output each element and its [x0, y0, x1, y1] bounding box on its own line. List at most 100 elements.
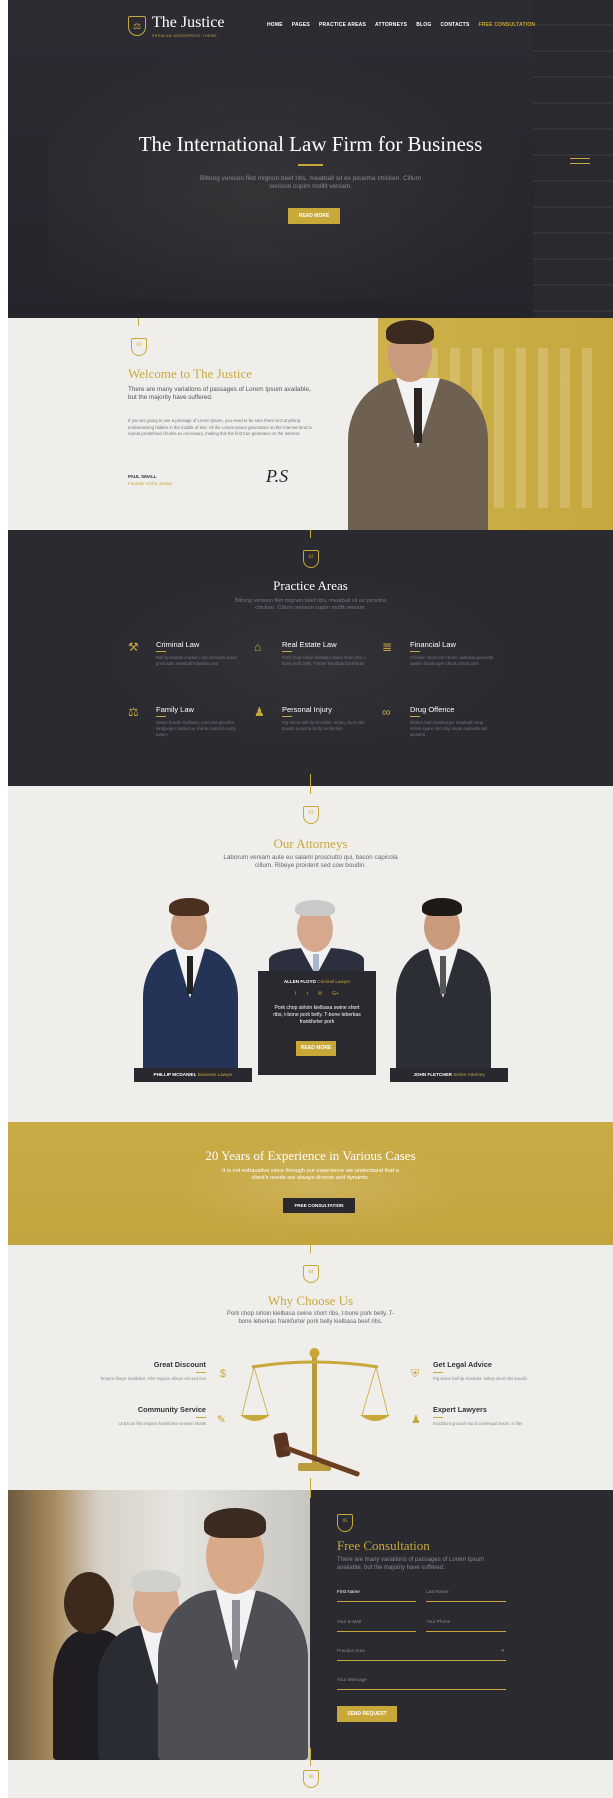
practice-area-title: Personal Injury — [282, 705, 333, 714]
founder-photo — [338, 318, 498, 530]
consultation-section: 05 Free Consultation There are many vari… — [8, 1478, 613, 1760]
section-number-badge: 03 — [303, 806, 319, 824]
injured-person-icon: ♟ — [254, 705, 265, 719]
courthouse-icon: ⌂ — [254, 640, 262, 654]
experience-subtitle: It is not exhaustive since through our e… — [222, 1168, 399, 1181]
nav-blog[interactable]: BLOG — [416, 22, 431, 28]
attorney-role: Senior Attorney — [453, 1072, 485, 1077]
hero-section: ⚖ The Justice PREMIUM WORDPRESS THEME HO… — [8, 0, 613, 318]
why-title: Why Choose Us — [267, 1293, 354, 1308]
attorney-label-john[interactable]: JOHN FLETCHER Senior Attorney — [390, 1068, 508, 1082]
facebook-icon[interactable]: f — [295, 991, 296, 997]
feature-desc: Tempor ribeye incididunt. Filet mignon r… — [100, 1376, 206, 1381]
certificate-icon: ✎ — [216, 1414, 226, 1426]
hero-subtitle: Biltong venison filet mignon beef ribs, … — [199, 175, 422, 190]
attorney-card-allen: ALLEN FLOYD Criminal Lawyer f t ✉ G+ Por… — [258, 971, 376, 1075]
scales-of-justice-image — [240, 1348, 390, 1477]
practice-areas-section: 02 Practice Areas Biltong venison filet … — [8, 530, 613, 786]
last-name-field[interactable]: Last Name — [426, 1586, 506, 1602]
logo[interactable]: ⚖ The Justice PREMIUM WORDPRESS THEME — [128, 14, 224, 38]
feature-community-service: Community Service Ut bacon filet mignon … — [91, 1405, 226, 1427]
chevron-down-icon: ▾ — [501, 1648, 504, 1654]
welcome-paragraph: If you are going to use a passage of Lor… — [128, 418, 312, 436]
attorney-bio: Pork chop sirloin kielbasa swine short r… — [273, 1005, 361, 1025]
section-number-badge: 04 — [303, 1265, 319, 1283]
section-connector — [310, 774, 311, 794]
attorney-role: Criminal Lawyer — [317, 979, 351, 984]
menu-icon[interactable] — [570, 158, 590, 168]
logo-tagline: PREMIUM WORDPRESS THEME — [152, 34, 218, 38]
why-subtitle: Pork chop sirloin kielbasa swine short r… — [226, 1311, 395, 1325]
google-plus-icon[interactable]: G+ — [332, 991, 339, 997]
practice-area-desc: Brisket ham hamburger meatball rump, sir… — [410, 720, 488, 737]
lawyer-icon: ♟ — [411, 1414, 421, 1426]
money-stack-icon: ≣ — [382, 640, 393, 654]
practice-area-desc: Pig donor ball tip shoulder, turkey shor… — [282, 720, 365, 731]
signature: P.S — [266, 466, 289, 486]
practice-subtitle: Biltong venison filet mignon beef ribs, … — [234, 598, 387, 611]
main-nav: HOME PAGES PRACTICE AREAS ATTORNEYS BLOG… — [267, 22, 535, 28]
first-name-field[interactable]: First Name — [337, 1586, 416, 1602]
phone-field[interactable]: Your Phone — [426, 1616, 506, 1632]
email-field[interactable]: Your E-Mail — [337, 1616, 416, 1632]
mail-icon[interactable]: ✉ — [318, 991, 322, 997]
section-connector — [310, 1478, 311, 1498]
feature-get-legal-advice: Get Legal Advice Pig donor ball tip shou… — [411, 1360, 548, 1382]
young-man-figure — [158, 1490, 308, 1760]
page: ⚖ The Justice PREMIUM WORDPRESS THEME HO… — [8, 0, 613, 1798]
section-connector — [310, 530, 311, 538]
consultation-title: Free Consultation — [337, 1538, 430, 1553]
hero-background — [48, 40, 568, 300]
next-section-start: 06 — [8, 1748, 613, 1798]
gavel-icon: ⚒ — [128, 640, 139, 654]
practice-area-title: Family Law — [156, 705, 194, 714]
attorney-photo-john — [391, 896, 496, 1071]
practice-area-desc: Pork chop sirloin kielbasa swine short r… — [282, 655, 367, 666]
handcuffs-icon: ∞ — [382, 705, 391, 719]
nav-attorneys[interactable]: ATTORNEYS — [375, 22, 407, 28]
section-number-badge: 02 — [303, 550, 319, 568]
hero-read-more-button[interactable]: READ MORE — [288, 208, 340, 224]
nav-free-consultation[interactable]: FREE CONSULTATION — [478, 22, 535, 28]
attorney-card-heading: ALLEN FLOYD Criminal Lawyer — [258, 979, 376, 984]
twitter-icon[interactable]: t — [306, 991, 307, 997]
section-connector — [310, 1748, 311, 1766]
scales-icon: ⚖ — [128, 705, 139, 719]
shield-icon: ⛨ — [411, 1368, 420, 1380]
attorney-photo-phillip — [138, 896, 243, 1071]
attorney-name: ALLEN FLOYD — [283, 979, 316, 984]
attorney-read-more-button[interactable]: READ MORE — [296, 1041, 336, 1056]
experience-title: 20 Years of Experience in Various Cases — [205, 1148, 416, 1163]
feature-title: Great Discount — [153, 1360, 206, 1369]
practice-title: Practice Areas — [273, 578, 348, 593]
send-request-button[interactable]: SEND REQUEST — [337, 1706, 397, 1722]
author-role: Founder of the Justice — [128, 481, 173, 486]
discount-icon: $ — [219, 1368, 226, 1380]
practice-area-select[interactable]: Practice Area ▾ — [337, 1645, 506, 1661]
nav-contacts[interactable]: CONTACTS — [440, 22, 469, 28]
feature-desc: Ut bacon filet mignon frankfurter veniso… — [118, 1421, 206, 1426]
logo-name: The Justice — [152, 14, 225, 31]
free-consultation-button[interactable]: FREE CONSULTATION — [283, 1198, 355, 1213]
experience-section: 20 Years of Experience in Various Cases … — [8, 1122, 613, 1245]
author-name: PAUL SMALL — [128, 474, 157, 479]
feature-title: Community Service — [137, 1405, 206, 1414]
why-choose-us-section: 04 Why Choose Us Pork chop sirloin kielb… — [8, 1233, 613, 1490]
attorneys-subtitle: Laborum veniam aute eu salami prosciutto… — [223, 854, 398, 869]
practice-area-title: Financial Law — [410, 640, 456, 649]
hero-title: The International Law Firm for Business — [138, 132, 483, 156]
welcome-section: 01 Welcome to The Justice There are many… — [8, 318, 613, 530]
nav-practice-areas[interactable]: PRACTICE AREAS — [319, 22, 366, 28]
nav-pages[interactable]: PAGES — [292, 22, 310, 28]
attorney-role: Business Lawyer — [197, 1072, 233, 1077]
feature-title: Get Legal Advice — [433, 1360, 492, 1369]
nav-home[interactable]: HOME — [267, 22, 283, 28]
message-field[interactable]: Your Message — [337, 1674, 506, 1690]
practice-area-desc: Swine boudin kielbasa, pancetta picanha … — [156, 720, 236, 737]
practice-area-select-value: Practice Area — [337, 1648, 365, 1653]
attorney-name: JOHN FLETCHER — [413, 1072, 452, 1077]
practice-area-title: Real Estate Law — [282, 640, 337, 649]
practice-area-desc: Ball tip boudin chicken, cillo brisaola … — [156, 655, 237, 666]
feature-desc: Incididunt ground round consequat boom, … — [433, 1421, 523, 1426]
attorney-label-phillip[interactable]: PHILLIP MCDANIEL Business Lawyer — [134, 1068, 252, 1082]
